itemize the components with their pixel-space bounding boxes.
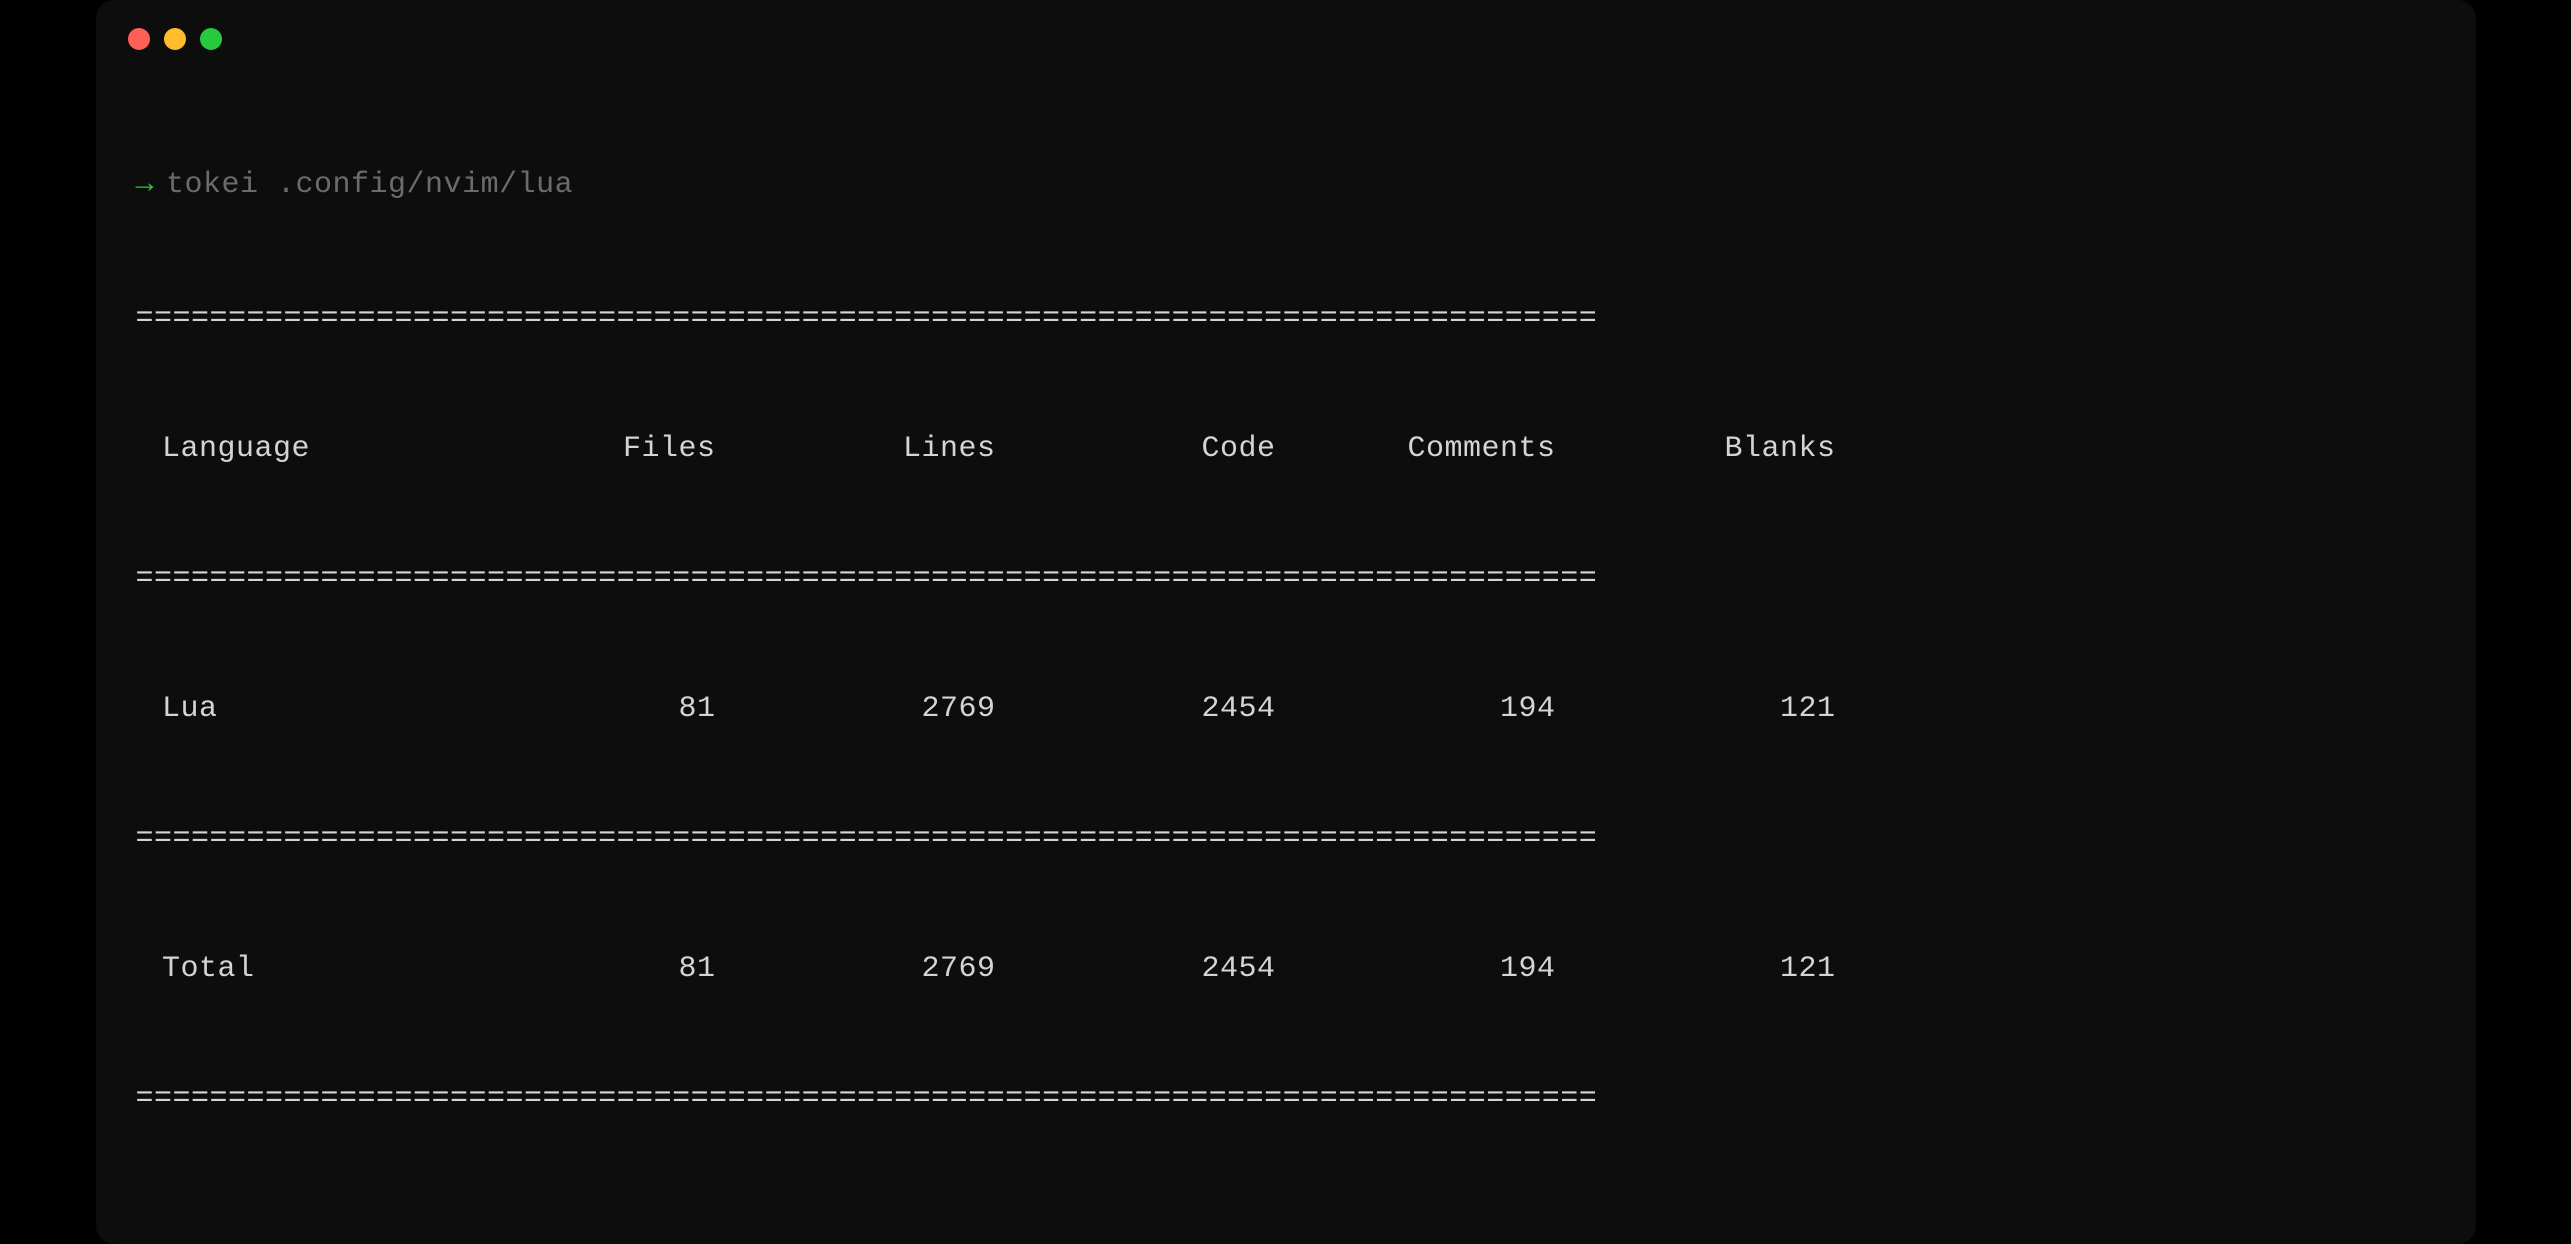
total-lines: 2769 [736,948,1016,990]
prompt-line: → tokei .config/nvim/lua [136,164,2436,206]
maximize-icon[interactable] [200,28,222,50]
header-row: Language Files Lines Code Comments Blank… [136,424,2436,474]
terminal-content: → tokei .config/nvim/lua ===============… [96,70,2476,1244]
header-blanks: Blanks [1576,428,1856,470]
divider-header: ========================================… [136,558,2436,600]
cell-language: Lua [136,688,456,730]
prompt-command: tokei .config/nvim/lua [166,164,573,206]
header-language: Language [136,428,456,470]
window-controls [96,0,2476,70]
cell-files: 81 [456,688,736,730]
header-lines: Lines [736,428,1016,470]
terminal-window: → tokei .config/nvim/lua ===============… [96,0,2476,1244]
prompt-arrow-icon: → [136,164,155,206]
header-files: Files [456,428,736,470]
table-row: Lua 81 2769 2454 194 121 [136,684,2436,734]
total-code: 2454 [1016,948,1296,990]
minimize-icon[interactable] [164,28,186,50]
header-code: Code [1016,428,1296,470]
divider-top: ========================================… [136,298,2436,340]
total-comments: 194 [1296,948,1576,990]
header-comments: Comments [1296,428,1576,470]
total-blanks: 121 [1576,948,1856,990]
cell-blanks: 121 [1576,688,1856,730]
cell-lines: 2769 [736,688,1016,730]
total-language: Total [136,948,456,990]
close-icon[interactable] [128,28,150,50]
divider-total: ========================================… [136,818,2436,860]
cell-comments: 194 [1296,688,1576,730]
cell-code: 2454 [1016,688,1296,730]
divider-bottom: ========================================… [136,1078,2436,1120]
total-files: 81 [456,948,736,990]
total-row: Total 81 2769 2454 194 121 [136,944,2436,994]
